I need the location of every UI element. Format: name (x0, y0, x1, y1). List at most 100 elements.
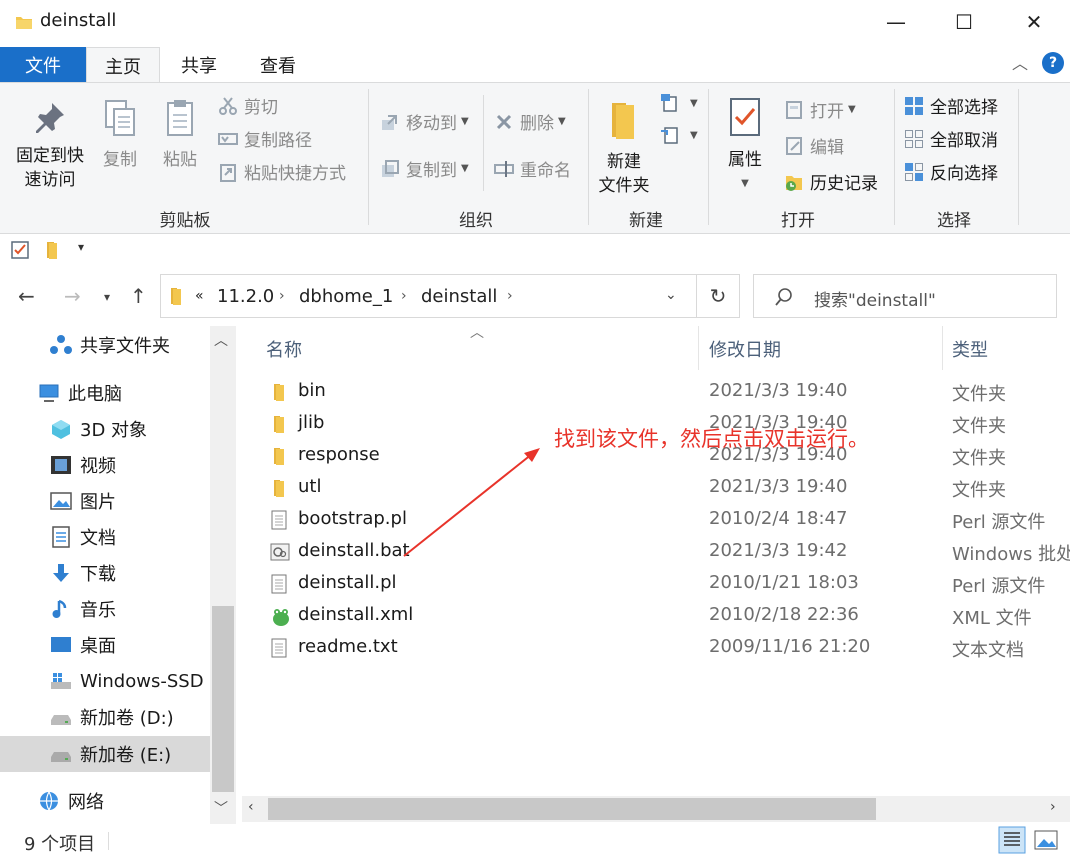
copy-to-button[interactable]: 复制到 ▼ (380, 156, 469, 181)
video-icon (51, 456, 71, 474)
dropdown-arrow-icon: ▼ (690, 129, 698, 141)
up-arrow-icon[interactable]: ↑ (130, 284, 147, 308)
open-label: 打开 (810, 102, 844, 122)
file-type: Windows 批处 (952, 544, 1070, 565)
file-date: 2010/1/21 18:03 (709, 572, 859, 593)
close-button[interactable]: ✕ (1000, 0, 1068, 44)
ribbon-separator (894, 89, 895, 225)
column-header-type[interactable]: 类型 (952, 336, 988, 362)
paste-shortcut-icon (220, 163, 236, 182)
easy-access-icon (661, 127, 678, 144)
column-divider[interactable] (942, 326, 943, 370)
nav-item-windows-ssd[interactable]: Windows-SSD ( (0, 664, 210, 698)
file-row[interactable]: bin 2021/3/3 19:40 文件夹 (242, 376, 1070, 408)
new-folder-button[interactable]: 新建 文件夹 (594, 97, 654, 198)
scroll-up-icon[interactable]: ︿ (214, 330, 228, 350)
file-row[interactable]: bootstrap.pl 2010/2/4 18:47 Perl 源文件 (242, 504, 1070, 536)
recent-locations-icon[interactable]: ▾ (104, 290, 110, 304)
tab-home[interactable]: 主页 (86, 47, 160, 83)
breadcrumb-item[interactable]: dbhome_1 (299, 286, 393, 307)
breadcrumb-overflow[interactable]: « (195, 288, 204, 304)
bat-icon (270, 543, 290, 561)
scroll-down-icon[interactable]: ﹀ (214, 798, 228, 818)
open-button[interactable]: 打开 ▼ (784, 97, 856, 122)
nav-item-music[interactable]: 音乐 (0, 592, 210, 626)
rename-button[interactable]: 重命名 (494, 156, 571, 181)
forward-arrow-icon[interactable]: → (64, 284, 81, 308)
computer-icon (39, 384, 59, 402)
collapse-ribbon-icon[interactable]: ︿ (1012, 50, 1028, 74)
nav-scroll-thumb[interactable] (212, 606, 234, 792)
file-row[interactable]: deinstall.bat 2021/3/3 19:42 Windows 批处 (242, 536, 1070, 568)
scroll-right-icon[interactable]: › (1050, 799, 1056, 815)
delete-button[interactable]: 删除 ▼ (494, 109, 566, 134)
file-list: ︿ 名称 修改日期 类型 bin 2021/3/3 19:40 文件夹 jlib… (242, 325, 1070, 824)
refresh-button[interactable]: ↻ (696, 274, 740, 318)
column-header-name[interactable]: 名称 (266, 336, 302, 362)
help-button[interactable]: ? (1042, 52, 1064, 74)
properties-check-icon[interactable] (10, 240, 30, 260)
paste-shortcut-button[interactable]: 粘贴快捷方式 (218, 159, 346, 184)
new-folder-qat-icon[interactable] (42, 240, 62, 260)
pin-quick-access-button[interactable]: 固定到快 速访问 (8, 97, 92, 192)
rename-icon (494, 160, 514, 177)
nav-item-label: 此电脑 (68, 384, 122, 405)
search-input[interactable]: 搜索"deinstall" (753, 274, 1057, 318)
invert-selection-button[interactable]: 反向选择 (904, 159, 998, 184)
nav-item-pictures[interactable]: 图片 (0, 484, 210, 518)
select-none-button[interactable]: 全部取消 (904, 126, 998, 151)
minimize-button[interactable]: — (862, 0, 930, 44)
select-none-icon (905, 129, 923, 148)
customize-qat-icon[interactable]: ▾ (78, 240, 84, 254)
file-row[interactable]: utl 2021/3/3 19:40 文件夹 (242, 472, 1070, 504)
chevron-right-icon[interactable]: › (507, 288, 513, 304)
address-dropdown-icon[interactable]: ⌄ (665, 287, 677, 303)
chevron-right-icon[interactable]: › (401, 288, 407, 304)
file-row[interactable]: deinstall.pl 2010/1/21 18:03 Perl 源文件 (242, 568, 1070, 600)
select-all-button[interactable]: 全部选择 (904, 93, 998, 118)
nav-item-documents[interactable]: 文档 (0, 520, 210, 554)
file-name: deinstall.bat (298, 540, 410, 561)
file-row[interactable]: deinstall.xml 2010/2/18 22:36 XML 文件 (242, 600, 1070, 632)
copy-to-label: 复制到 (406, 161, 457, 181)
nav-item-downloads[interactable]: 下载 (0, 556, 210, 590)
tab-view[interactable]: 查看 (238, 47, 318, 82)
chevron-right-icon[interactable]: › (279, 288, 285, 304)
move-to-button[interactable]: 移动到 ▼ (380, 109, 469, 134)
tab-share[interactable]: 共享 (160, 47, 238, 82)
large-icons-view-icon[interactable] (1034, 828, 1058, 852)
edit-button[interactable]: 编辑 (784, 133, 844, 158)
horizontal-scroll-thumb[interactable] (268, 798, 876, 820)
nav-item-network[interactable]: 网络 (0, 784, 210, 818)
new-item-button[interactable]: ▼ (660, 93, 698, 113)
nav-item-videos[interactable]: 视频 (0, 448, 210, 482)
nav-item-3d-objects[interactable]: 3D 对象 (0, 412, 210, 446)
address-bar[interactable]: « 11.2.0 › dbhome_1 › deinstall › ⌄ (160, 274, 740, 318)
breadcrumb-item[interactable]: deinstall (421, 286, 497, 307)
breadcrumb-item[interactable]: 11.2.0 (217, 286, 274, 307)
tab-file[interactable]: 文件 (0, 47, 86, 82)
nav-item-desktop[interactable]: 桌面 (0, 628, 210, 662)
file-row[interactable]: readme.txt 2009/11/16 21:20 文本文档 (242, 632, 1070, 664)
nav-item-drive-e[interactable]: 新加卷 (E:) (0, 736, 210, 772)
nav-item-drive-d[interactable]: 新加卷 (D:) (0, 700, 210, 734)
scroll-left-icon[interactable]: ‹ (248, 799, 254, 815)
file-name: readme.txt (298, 636, 398, 657)
copy-path-button[interactable]: 复制路径 (218, 126, 312, 151)
paste-button[interactable]: 粘贴 (156, 97, 204, 172)
nav-item-this-pc[interactable]: 此电脑 (0, 376, 210, 410)
back-arrow-icon[interactable]: ← (18, 284, 35, 308)
column-header-date[interactable]: 修改日期 (709, 336, 781, 362)
properties-button[interactable]: 属性 ▼ (718, 95, 772, 196)
maximize-button[interactable]: ☐ (930, 0, 998, 44)
cut-button[interactable]: 剪切 (218, 93, 278, 118)
file-type: 文件夹 (952, 416, 1006, 437)
file-date: 2021/3/3 19:40 (709, 380, 848, 401)
copy-button[interactable]: 复制 (96, 97, 144, 172)
details-view-icon[interactable] (998, 826, 1026, 854)
history-button[interactable]: 历史记录 (784, 169, 878, 194)
column-divider[interactable] (698, 326, 699, 370)
nav-item-shared-folder[interactable]: 共享文件夹 (0, 328, 210, 362)
easy-access-button[interactable]: ▼ (660, 125, 698, 145)
cut-label: 剪切 (244, 98, 278, 118)
